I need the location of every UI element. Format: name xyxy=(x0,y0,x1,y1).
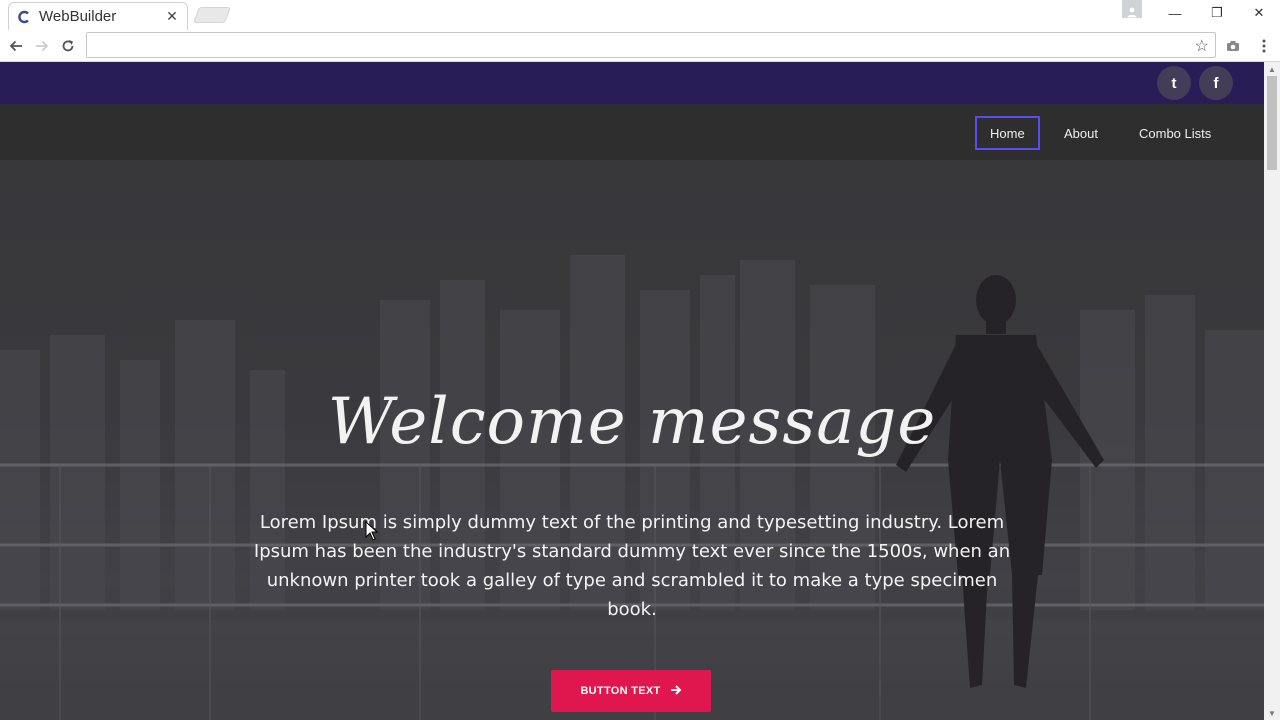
nav-item-combo-lists[interactable]: Combo Lists xyxy=(1124,116,1226,150)
page-viewport: t f Home About Combo Lists Welcome messa… xyxy=(0,62,1264,720)
maximize-button[interactable]: ❐ xyxy=(1196,1,1238,25)
tab-title: WebBuilder xyxy=(39,8,117,25)
reload-icon[interactable] xyxy=(56,34,80,58)
nav-item-about[interactable]: About xyxy=(1049,116,1113,150)
address-bar[interactable]: ☆ xyxy=(86,32,1216,58)
hero-section: Welcome message Lorem Ipsum is simply du… xyxy=(0,160,1264,720)
cta-button-label: BUTTON TEXT xyxy=(580,685,661,697)
new-tab-button[interactable] xyxy=(193,7,231,23)
tab-strip: WebBuilder ✕ — ❐ ✕ xyxy=(0,0,1280,30)
camera-icon[interactable] xyxy=(1222,35,1244,57)
cta-button[interactable]: BUTTON TEXT xyxy=(551,670,711,712)
browser-tab[interactable]: WebBuilder ✕ xyxy=(8,2,188,30)
scroll-thumb[interactable] xyxy=(1267,76,1277,170)
page-scrollbar[interactable]: ▲ ▼ xyxy=(1264,62,1280,720)
browser-toolbar: ☆ xyxy=(0,30,1280,62)
forward-arrow-icon[interactable] xyxy=(30,34,54,58)
window-controls: — ❐ ✕ xyxy=(1154,0,1280,26)
main-navbar: Home About Combo Lists xyxy=(0,104,1264,160)
close-window-button[interactable]: ✕ xyxy=(1238,1,1280,25)
bookmark-star-icon[interactable]: ☆ xyxy=(1195,36,1209,56)
scroll-up-icon[interactable]: ▲ xyxy=(1264,62,1280,76)
browser-menu-icon[interactable] xyxy=(1253,35,1275,57)
back-arrow-icon[interactable] xyxy=(4,34,28,58)
tab-close-icon[interactable]: ✕ xyxy=(165,8,179,25)
webbuilder-favicon-icon xyxy=(17,10,31,24)
twitter-icon[interactable]: t xyxy=(1157,66,1191,100)
nav-item-home[interactable]: Home xyxy=(975,116,1040,150)
scroll-down-icon[interactable]: ▼ xyxy=(1264,706,1280,720)
arrow-right-icon xyxy=(670,684,682,698)
mouse-cursor-icon xyxy=(365,521,379,541)
browser-chrome: WebBuilder ✕ — ❐ ✕ ☆ xyxy=(0,0,1280,62)
hero-title: Welcome message xyxy=(327,385,937,459)
address-input[interactable] xyxy=(87,33,1187,57)
profile-icon[interactable] xyxy=(1122,0,1142,18)
social-bar: t f xyxy=(0,62,1264,104)
minimize-button[interactable]: — xyxy=(1154,1,1196,25)
facebook-icon[interactable]: f xyxy=(1199,66,1233,100)
